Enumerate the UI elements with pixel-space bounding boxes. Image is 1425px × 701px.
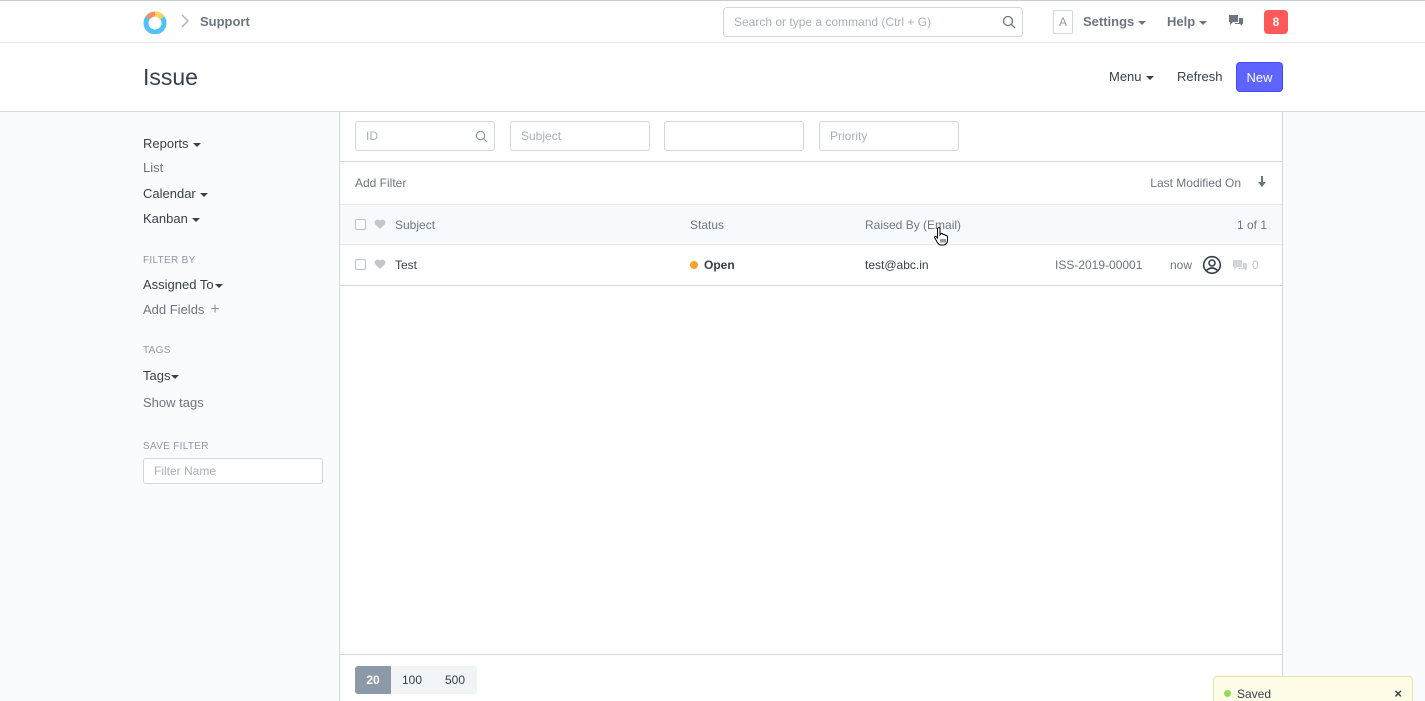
tags-label: Tags (143, 368, 171, 383)
row-subject[interactable]: Test (395, 258, 417, 272)
sort-selector[interactable]: Last Modified On (1150, 176, 1241, 190)
sort-descending-icon[interactable] (1257, 176, 1267, 191)
row-status-label: Open (704, 258, 735, 272)
page-head: Issue Menu Refresh New (0, 43, 1425, 112)
page-size-100[interactable]: 100 (391, 666, 433, 694)
comments-icon (1232, 258, 1248, 275)
chevron-down-icon (1145, 75, 1154, 80)
sidebar-kanban-label: Kanban (143, 211, 188, 226)
comments-icon[interactable] (1228, 13, 1244, 32)
page-title: Issue (143, 64, 198, 90)
breadcrumb-support[interactable]: Support (200, 14, 250, 29)
new-button[interactable]: New (1236, 62, 1283, 92)
chevron-down-icon (192, 142, 201, 147)
chevron-down-icon (1138, 20, 1147, 25)
user-avatar[interactable]: A (1053, 10, 1073, 34)
sidebar-show-tags[interactable]: Show tags (143, 395, 204, 410)
sidebar-tags[interactable]: Tags (143, 368, 180, 383)
help-label: Help (1167, 14, 1196, 29)
subject-filter-input[interactable] (511, 122, 631, 150)
sidebar-calendar[interactable]: Calendar (143, 186, 208, 201)
row-name: ISS-2019-00001 (1055, 258, 1143, 272)
row-raised-by: test@abc.in (865, 258, 929, 272)
priority-filter-input[interactable] (820, 122, 940, 150)
row-checkbox[interactable] (355, 259, 366, 270)
toast-message: Saved (1237, 687, 1272, 701)
chevron-down-icon (214, 283, 223, 288)
save-filter-heading: SAVE FILTER (143, 441, 209, 452)
row-comment-count: 0 (1252, 258, 1259, 272)
tags-heading: TAGS (143, 345, 171, 356)
help-dropdown[interactable]: Help (1167, 14, 1208, 29)
filter-by-heading: FILTER BY (143, 255, 196, 266)
row-status[interactable]: Open (690, 258, 735, 272)
heart-icon[interactable] (374, 218, 386, 233)
user-avatar-icon (1202, 255, 1222, 278)
sidebar-list[interactable]: List (143, 160, 163, 175)
search-input[interactable] (724, 8, 994, 36)
filter-bar: Add Filter Last Modified On (340, 161, 1282, 204)
search-icon (1002, 15, 1016, 32)
filter-name-field[interactable] (143, 458, 323, 484)
chevron-down-icon (191, 217, 200, 222)
status-column-header: Status (690, 218, 725, 232)
sidebar-add-fields[interactable]: Add Fields + (143, 301, 220, 319)
subject-column-header: Subject (395, 218, 436, 232)
notification-badge[interactable]: 8 (1264, 10, 1288, 34)
search-icon (475, 130, 488, 146)
sidebar-assigned-to[interactable]: Assigned To (143, 277, 223, 292)
menu-label: Menu (1109, 69, 1142, 84)
sidebar-kanban[interactable]: Kanban (143, 211, 200, 226)
sidebar-reports-label: Reports (143, 136, 189, 151)
sidebar-reports[interactable]: Reports (143, 136, 201, 151)
status-filter-field[interactable] (664, 121, 804, 151)
sidebar-calendar-label: Calendar (143, 186, 196, 201)
subject-filter-field[interactable] (510, 121, 650, 151)
plus-icon: + (210, 301, 220, 318)
select-all-checkbox[interactable] (355, 219, 366, 230)
heart-icon[interactable] (374, 258, 386, 273)
page-size-500[interactable]: 500 (433, 666, 477, 694)
hand-pointer-icon (933, 227, 949, 250)
paging-area: 20 100 500 (340, 654, 1282, 701)
awesome-bar[interactable] (723, 7, 1023, 37)
add-filter-button[interactable]: Add Filter (355, 176, 406, 190)
row-modified: now (1170, 258, 1193, 272)
close-icon[interactable]: × (1394, 686, 1402, 701)
navbar: Support A Settings Help 8 (0, 0, 1425, 43)
status-indicator-dot (690, 261, 698, 269)
settings-dropdown[interactable]: Settings (1083, 14, 1147, 29)
list-view: Add Filter Last Modified On Subject Stat… (339, 112, 1283, 701)
refresh-button[interactable]: Refresh (1177, 69, 1223, 84)
chevron-down-icon (171, 374, 180, 379)
status-filter-input[interactable] (665, 122, 785, 150)
settings-label: Settings (1083, 14, 1135, 29)
list-header: Subject Status Raised By (Email) 1 of 1 (340, 204, 1282, 245)
add-fields-label: Add Fields (143, 302, 205, 317)
list-row[interactable]: Test Open test@abc.in ISS-2019-00001 now… (340, 245, 1282, 286)
id-filter-field[interactable] (355, 121, 495, 151)
result-count: 1 of 1 (1236, 218, 1267, 232)
chevron-down-icon (199, 192, 208, 197)
chevron-down-icon (1199, 20, 1208, 25)
breadcrumb-chevron-icon (180, 13, 190, 33)
priority-filter-field[interactable] (819, 121, 959, 151)
success-indicator-dot (1224, 690, 1231, 697)
id-filter-input[interactable] (356, 122, 476, 150)
filter-name-input[interactable] (144, 459, 314, 483)
app-logo[interactable] (143, 10, 167, 35)
saved-toast: Saved × (1213, 676, 1413, 701)
page-size-20[interactable]: 20 (355, 666, 391, 694)
menu-button[interactable]: Menu (1109, 69, 1154, 84)
assigned-to-label: Assigned To (143, 277, 214, 292)
